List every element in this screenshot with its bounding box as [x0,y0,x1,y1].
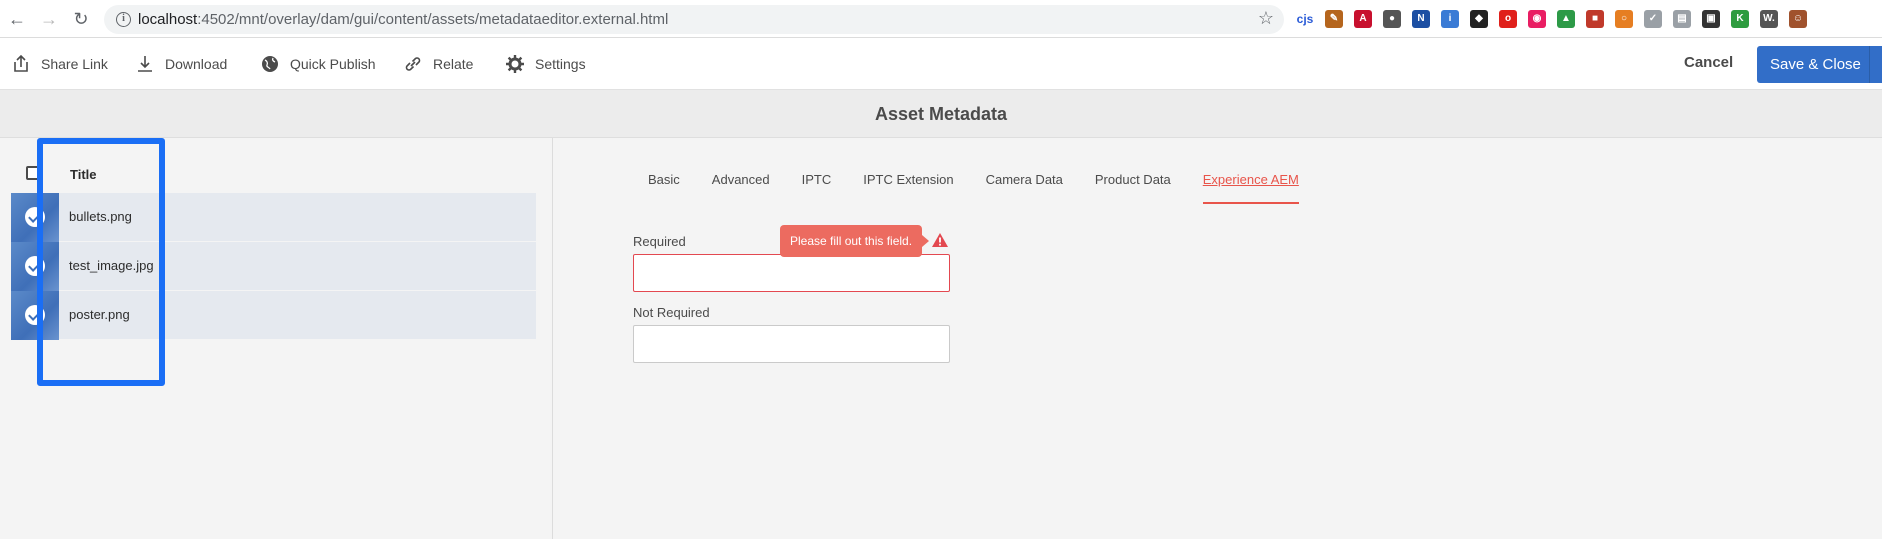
avatar[interactable]: ☺ [1789,10,1807,28]
save-dropdown-button[interactable] [1869,46,1882,83]
pen-icon[interactable]: ✎ [1325,10,1343,28]
circle-icon[interactable]: ● [1383,10,1401,28]
quick-publish-label: Quick Publish [290,56,376,72]
validation-tooltip: Please fill out this field. [780,225,930,257]
back-arrow-icon[interactable]: ← [6,8,28,30]
info-icon[interactable]: i [116,12,131,27]
url-host: localhost [138,11,198,28]
tab-advanced[interactable]: Advanced [712,172,785,204]
not-required-field[interactable] [633,325,950,363]
red-square-icon[interactable]: ■ [1586,10,1604,28]
check-icon[interactable]: ✓ [1644,10,1662,28]
cjs-icon[interactable]: cjs [1296,10,1314,28]
relate-button[interactable]: Relate [403,52,473,76]
settings-label: Settings [535,56,586,72]
browser-toolbar: ← → ↻ i localhost:4502/mnt/overlay/dam/g… [0,0,1882,38]
relate-label: Relate [433,56,474,72]
tab-basic[interactable]: Basic [648,172,695,204]
required-field[interactable] [633,254,950,292]
share-link-button[interactable]: Share Link [11,52,108,76]
settings-button[interactable]: Settings [505,52,586,76]
highlight-annotation-box [37,138,165,386]
acrobat-icon[interactable]: A [1354,10,1372,28]
reload-icon[interactable]: ↻ [70,8,92,30]
required-field-label: Required [633,234,686,249]
forward-arrow-icon[interactable]: → [38,8,60,30]
download-label: Download [165,56,228,72]
blue-circle-icon[interactable]: i [1441,10,1459,28]
red-icon[interactable]: o [1499,10,1517,28]
page-icon[interactable]: ▤ [1673,10,1691,28]
link-icon [405,57,421,71]
download-button[interactable]: Download [135,52,227,76]
quick-publish-button[interactable]: Quick Publish [260,52,376,76]
page-title: Asset Metadata [874,104,1008,124]
share-link-label: Share Link [41,56,108,72]
cancel-button[interactable]: Cancel [1684,54,1733,71]
tab-product-data[interactable]: Product Data [1095,172,1186,204]
k-icon[interactable]: K [1731,10,1749,28]
globe-icon [262,56,278,72]
black-icon[interactable]: ▣ [1702,10,1720,28]
tab-iptc[interactable]: IPTC [802,172,847,204]
spy-icon[interactable]: ◆ [1470,10,1488,28]
address-bar[interactable]: i localhost:4502/mnt/overlay/dam/gui/con… [104,5,1284,34]
drive-icon[interactable]: ▲ [1557,10,1575,28]
url-path: :4502/mnt/overlay/dam/gui/content/assets… [197,11,669,28]
action-bar: Share Link Download Quick Publish Relate… [0,38,1882,90]
ring-icon[interactable]: ◉ [1528,10,1546,28]
w-icon[interactable]: W. [1760,10,1778,28]
tab-camera-data[interactable]: Camera Data [986,172,1078,204]
not-required-field-label: Not Required [633,305,710,320]
bookmark-star-icon[interactable]: ☆ [1258,8,1274,29]
share-icon [14,54,28,72]
news-icon[interactable]: N [1412,10,1430,28]
tab-iptc-extension[interactable]: IPTC Extension [863,172,968,204]
download-icon [138,56,152,72]
gear-icon [506,55,524,73]
title-bar: Asset Metadata [0,90,1882,138]
extension-icons: cjs ✎ A ● Ni ◆ o ◉ ▲ ■ ○ ✓ ▤ ▣ K W. ☺ [1296,9,1807,29]
save-close-button[interactable]: Save & Close [1757,46,1877,83]
orange-ring-icon[interactable]: ○ [1615,10,1633,28]
metadata-tabs: Basic Advanced IPTC IPTC Extension Camer… [648,172,1316,204]
alert-icon [932,233,948,247]
url-text[interactable]: localhost:4502/mnt/overlay/dam/gui/conte… [138,11,668,28]
tab-experience-aem[interactable]: Experience AEM [1202,172,1299,204]
